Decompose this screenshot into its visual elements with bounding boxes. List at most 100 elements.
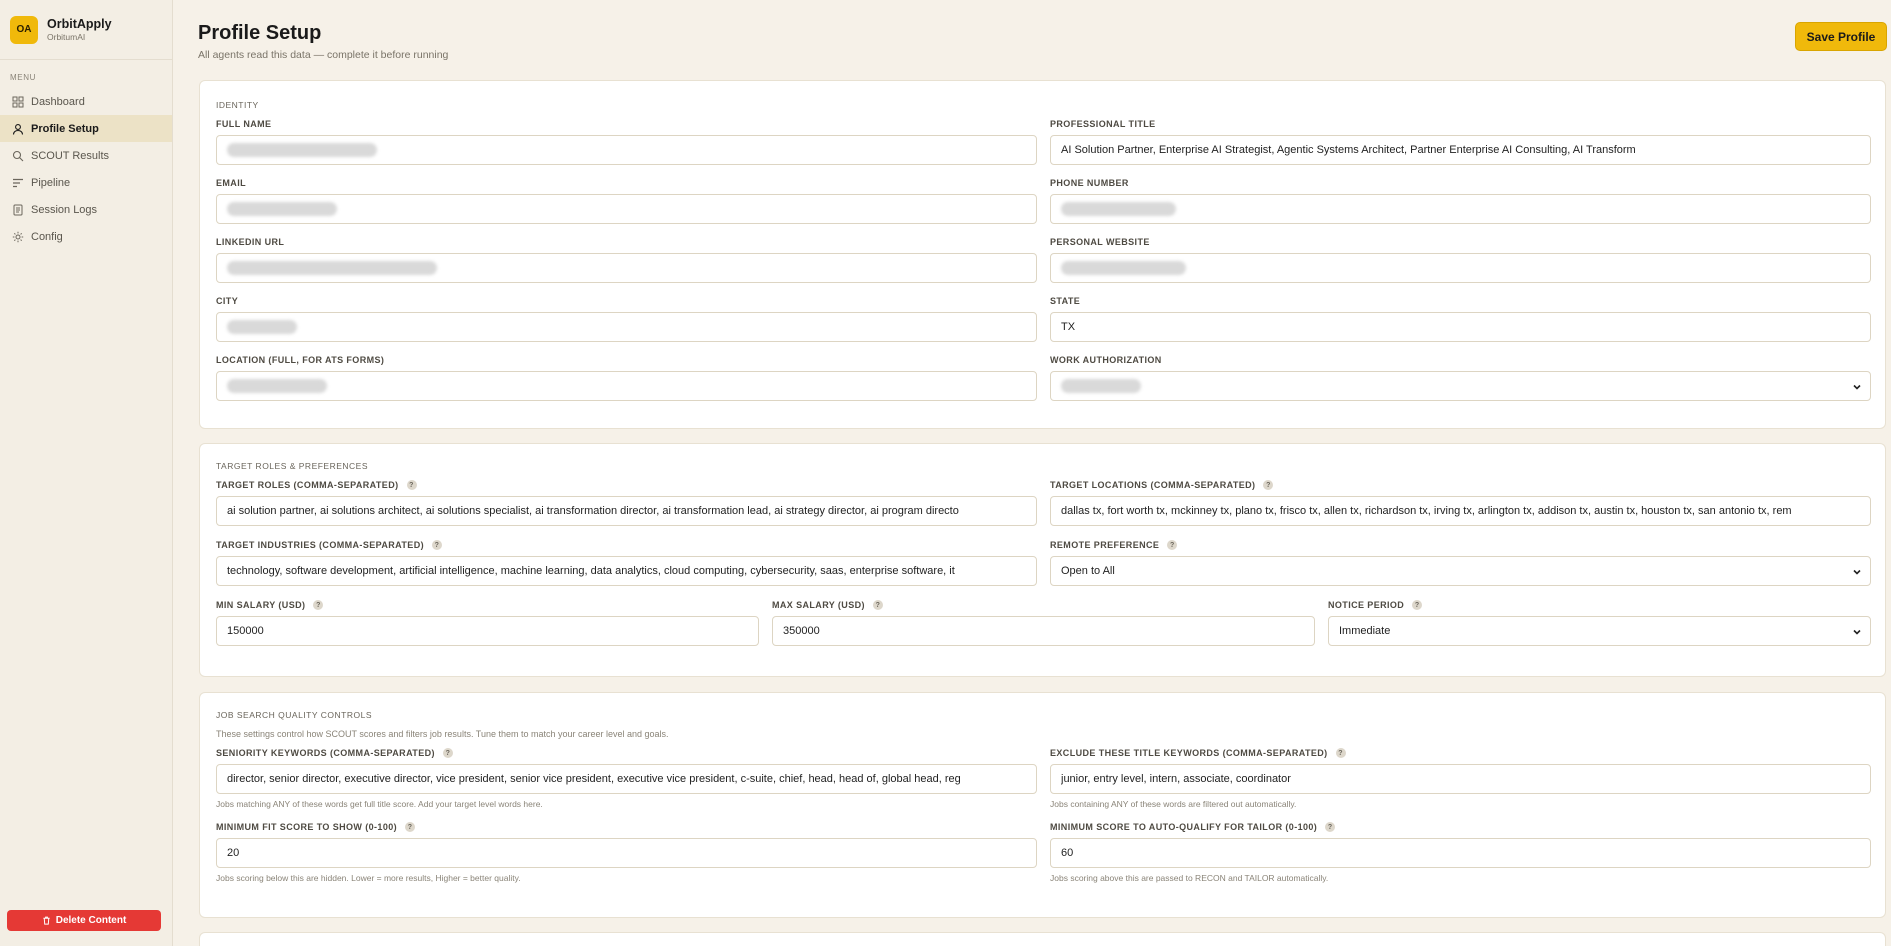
state-input[interactable]: TX (1050, 312, 1871, 342)
field-hint: Jobs scoring above this are passed to RE… (1050, 873, 1329, 883)
remote-preference-select[interactable]: Open to All (1050, 556, 1871, 586)
target-industries-input[interactable]: technology, software development, artifi… (216, 556, 1037, 586)
field-label: STATE (1050, 296, 1081, 306)
input-value: junior, entry level, intern, associate, … (1061, 773, 1291, 785)
gear-icon (12, 231, 24, 242)
website-input[interactable] (1050, 253, 1871, 283)
target-industries-field: TARGET INDUSTRIES (COMMA-SEPARATED)? tec… (216, 538, 1037, 586)
location-field: LOCATION (FULL, FOR ATS FORMS) (216, 353, 1037, 401)
target-locations-input[interactable]: dallas tx, fort worth tx, mckinney tx, p… (1050, 496, 1871, 526)
field-label: MAX SALARY (USD)? (772, 598, 1315, 612)
dashboard-icon (12, 96, 24, 107)
sidebar-item-scout-results[interactable]: SCOUT Results (0, 142, 172, 169)
email-field: EMAIL (216, 176, 1037, 224)
help-icon[interactable]: ? (405, 822, 416, 832)
professional-title-field: PROFESSIONAL TITLE AI Solution Partner, … (1050, 117, 1871, 165)
professional-title-input[interactable]: AI Solution Partner, Enterprise AI Strat… (1050, 135, 1871, 165)
field-label: FULL NAME (216, 119, 272, 129)
email-input[interactable] (216, 194, 1037, 224)
linkedin-input[interactable] (216, 253, 1037, 283)
remote-preference-field: REMOTE PREFERENCE? Open to All (1050, 538, 1871, 586)
sidebar-item-label: Pipeline (31, 176, 71, 189)
min-salary-input[interactable]: 150000 (216, 616, 759, 646)
min-auto-qualify-field: MINIMUM SCORE TO AUTO-QUALIFY FOR TAILOR… (1050, 820, 1871, 883)
target-roles-field: TARGET ROLES (COMMA-SEPARATED)? ai solut… (216, 478, 1037, 526)
input-value: 60 (1061, 847, 1074, 859)
sidebar-item-dashboard[interactable]: Dashboard (0, 88, 172, 115)
sidebar-item-pipeline[interactable]: Pipeline (0, 169, 172, 196)
field-label-text: MIN SALARY (USD) (216, 600, 306, 610)
sidebar-item-label: Dashboard (31, 95, 85, 108)
min-auto-qualify-input[interactable]: 60 (1050, 838, 1871, 868)
field-label: SENIORITY KEYWORDS (COMMA-SEPARATED)? (216, 746, 1037, 760)
help-icon[interactable]: ? (313, 600, 324, 610)
full-name-input[interactable] (216, 135, 1037, 165)
sidebar: OA OrbitApply OrbitumAI MENU Dashboard P… (0, 0, 173, 946)
field-hint: Jobs matching ANY of these words get ful… (216, 799, 543, 809)
help-icon[interactable]: ? (432, 540, 442, 550)
chevron-down-icon (1853, 384, 1861, 390)
help-icon[interactable]: ? (1263, 480, 1274, 490)
sidebar-item-label: Session Logs (31, 203, 98, 216)
field-label-text: EXCLUDE THESE TITLE KEYWORDS (COMMA-SEPA… (1050, 748, 1328, 758)
help-icon[interactable]: ? (442, 748, 453, 758)
page-subtitle: All agents read this data — complete it … (198, 49, 449, 61)
delete-content-label: Delete Content (55, 915, 127, 926)
app-logo: OA (10, 15, 38, 44)
exclude-keywords-field: EXCLUDE THESE TITLE KEYWORDS (COMMA-SEPA… (1050, 746, 1871, 809)
quality-section-title: JOB SEARCH QUALITY CONTROLS (216, 710, 372, 720)
redacted-value (227, 379, 327, 393)
document-icon (13, 204, 23, 215)
page-title: Profile Setup (198, 22, 322, 44)
field-label: LINKEDIN URL (216, 237, 285, 247)
sidebar-item-label: Config (31, 230, 63, 243)
help-icon[interactable]: ? (872, 600, 883, 610)
delete-content-button[interactable]: Delete Content (7, 910, 161, 931)
notice-period-select[interactable]: Immediate (1328, 616, 1871, 646)
sidebar-item-profile-setup[interactable]: Profile Setup (0, 115, 172, 142)
sidebar-item-label: SCOUT Results (31, 149, 110, 162)
input-value: dallas tx, fort worth tx, mckinney tx, p… (1061, 505, 1792, 517)
next-section-card (199, 932, 1886, 946)
linkedin-field: LINKEDIN URL (216, 235, 1037, 283)
field-hint: Jobs containing ANY of these words are f… (1050, 799, 1297, 809)
help-icon[interactable]: ? (1167, 540, 1178, 550)
redacted-value (227, 320, 297, 334)
identity-card: IDENTITY FULL NAME PROFESSIONAL TITLE AI… (199, 80, 1886, 429)
field-label-text: NOTICE PERIOD (1328, 600, 1405, 610)
redacted-value (1061, 202, 1176, 216)
seniority-keywords-input[interactable]: director, senior director, executive dir… (216, 764, 1037, 794)
phone-input[interactable] (1050, 194, 1871, 224)
field-label-text: TARGET LOCATIONS (COMMA-SEPARATED) (1050, 480, 1256, 490)
sidebar-item-session-logs[interactable]: Session Logs (0, 196, 172, 223)
full-name-field: FULL NAME (216, 117, 1037, 165)
field-label: EXCLUDE THESE TITLE KEYWORDS (COMMA-SEPA… (1050, 746, 1871, 760)
sidebar-item-config[interactable]: Config (0, 223, 172, 250)
work-authorization-select[interactable] (1050, 371, 1871, 401)
city-input[interactable] (216, 312, 1037, 342)
save-profile-button[interactable]: Save Profile (1795, 22, 1887, 51)
target-roles-input[interactable]: ai solution partner, ai solutions archit… (216, 496, 1037, 526)
state-field: STATE TX (1050, 294, 1871, 342)
location-input[interactable] (216, 371, 1037, 401)
redacted-value (227, 202, 337, 216)
notice-period-field: NOTICE PERIOD? Immediate (1328, 598, 1871, 646)
redacted-value (1061, 379, 1141, 393)
max-salary-field: MAX SALARY (USD)? 350000 (772, 598, 1315, 646)
input-value: 150000 (227, 625, 264, 637)
field-label: LOCATION (FULL, FOR ATS FORMS) (216, 355, 385, 365)
brand-text: OrbitApply OrbitumAI (47, 17, 112, 43)
min-fit-score-field: MINIMUM FIT SCORE TO SHOW (0-100)? 20 Jo… (216, 820, 1037, 883)
input-value: TX (1061, 321, 1076, 333)
website-field: PERSONAL WEBSITE (1050, 235, 1871, 283)
app-name: OrbitApply (47, 16, 112, 31)
help-icon[interactable]: ? (1412, 600, 1423, 610)
exclude-keywords-input[interactable]: junior, entry level, intern, associate, … (1050, 764, 1871, 794)
min-fit-score-input[interactable]: 20 (216, 838, 1037, 868)
field-label-text: SENIORITY KEYWORDS (COMMA-SEPARATED) (216, 748, 435, 758)
help-icon[interactable]: ? (1335, 748, 1346, 758)
max-salary-input[interactable]: 350000 (772, 616, 1315, 646)
help-icon[interactable]: ? (1325, 822, 1336, 832)
field-label-text: MAX SALARY (USD) (772, 600, 865, 610)
help-icon[interactable]: ? (406, 480, 417, 490)
